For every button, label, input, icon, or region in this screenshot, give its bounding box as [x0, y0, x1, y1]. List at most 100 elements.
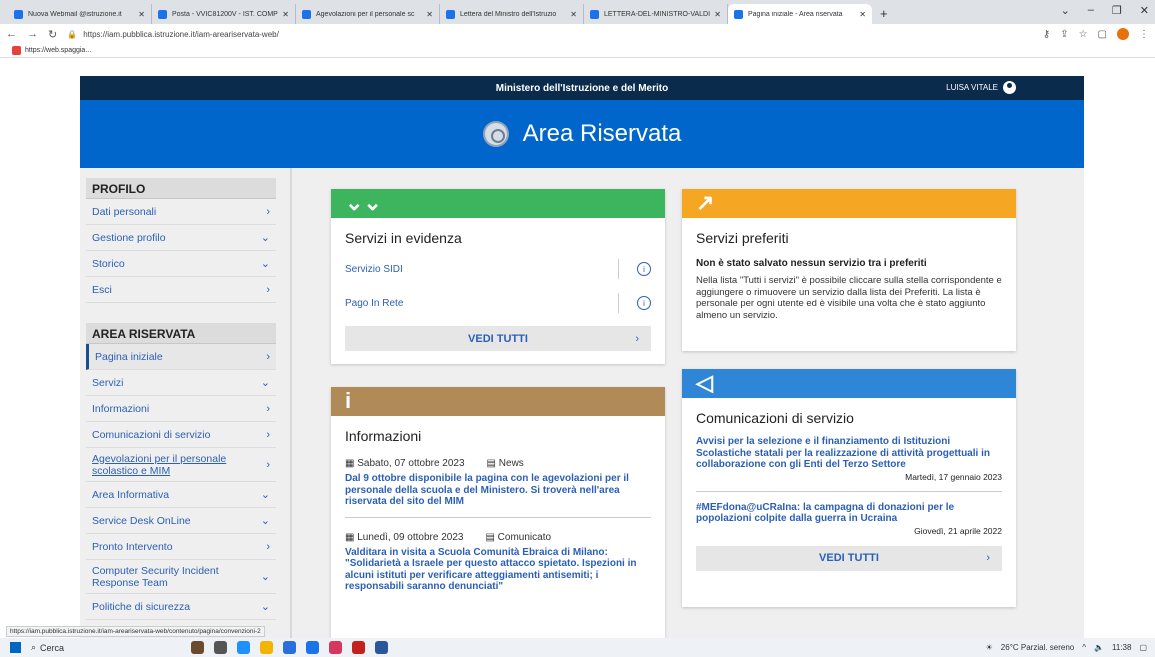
taskbar-search[interactable]: ⌕ Cerca	[31, 642, 181, 653]
volume-icon[interactable]: 🔈	[1094, 643, 1104, 652]
site-banner: Area Riservata	[80, 100, 1084, 168]
chevron-down-icon: ⌄	[260, 377, 270, 389]
chrome-icon[interactable]	[306, 641, 319, 654]
share-icon[interactable]: ⇪	[1060, 29, 1068, 40]
info-icon[interactable]: i	[637, 296, 651, 310]
communication-date: Giovedì, 21 aprile 2022	[914, 525, 1002, 536]
site-favicon-icon	[446, 9, 455, 19]
sidebar-item-gestione-profilo[interactable]: Gestione profilo ⌄	[86, 225, 276, 251]
status-bar-url: https://iam.pubblica.istruzione.it/iam-a…	[6, 626, 265, 637]
outlook-favicon-icon	[158, 9, 167, 19]
close-window-icon[interactable]: ✕	[1140, 4, 1149, 17]
profile-avatar-icon[interactable]	[1117, 28, 1129, 40]
url-field[interactable]: 🔒 https://iam.pubblica.istruzione.it/iam-…	[67, 30, 1033, 39]
chevron-down-icon: ⌄	[260, 258, 270, 270]
file-explorer-icon[interactable]	[260, 641, 273, 654]
communication-link[interactable]: Avvisi per la selezione e il finanziamen…	[696, 436, 1002, 471]
vedi-tutti-button[interactable]: VEDI TUTTI ›	[345, 326, 651, 351]
vedi-tutti-button[interactable]: VEDI TUTTI ›	[696, 545, 1002, 571]
browser-tab[interactable]: LETTERA-DEL-MINISTRO-VALDI ✕	[584, 4, 728, 24]
clock[interactable]: 11:38	[1112, 643, 1131, 652]
notification-icon[interactable]: ▢	[1139, 643, 1147, 652]
star-icon[interactable]: ☆	[1079, 29, 1088, 40]
communication-link[interactable]: #MEFdona@uCRaIna: la campagna di donazio…	[696, 502, 1002, 525]
card-title: Servizi preferiti	[696, 230, 789, 246]
sidebar-item-comunicazioni[interactable]: Comunicazioni di servizio ›	[86, 422, 276, 448]
close-tab-icon[interactable]: ✕	[426, 10, 433, 19]
forward-icon[interactable]: →	[27, 28, 38, 40]
area-riservata-section-title: AREA RISERVATA	[86, 323, 276, 344]
sidebar-item-servizi[interactable]: Servizi ⌄	[86, 370, 276, 396]
edge-icon[interactable]	[237, 641, 250, 654]
taskbar-app-icon[interactable]	[191, 641, 204, 654]
weather-text[interactable]: 26°C Parzial. sereno	[1001, 643, 1074, 652]
sidebar-item-esci[interactable]: Esci ›	[86, 277, 276, 303]
user-menu[interactable]: LUISA VITALE	[946, 81, 1016, 94]
sidebar-item-informazioni[interactable]: Informazioni ›	[86, 396, 276, 422]
web-page: Ministero dell'Istruzione e del Merito L…	[0, 58, 1155, 638]
minimize-icon[interactable]: –	[1088, 4, 1094, 17]
close-tab-icon[interactable]: ✕	[570, 10, 577, 19]
task-view-icon[interactable]	[214, 641, 227, 654]
sidebar-item-pronto-intervento[interactable]: Pronto Intervento ›	[86, 534, 276, 560]
sidebar-item-politiche-sicurezza[interactable]: Politiche di sicurezza ⌄	[86, 594, 276, 620]
info-icon[interactable]: i	[637, 262, 651, 276]
app-icon[interactable]	[329, 641, 342, 654]
empty-message-text: Nella lista "Tutti i servizi" è possibil…	[696, 275, 1002, 321]
back-icon[interactable]: ←	[6, 28, 17, 40]
news-icon: ▤	[486, 458, 499, 469]
star-outline-icon: ↗	[696, 190, 715, 215]
acrobat-icon[interactable]	[352, 641, 365, 654]
chevron-right-icon: ›	[986, 552, 990, 564]
site-favicon-icon	[302, 9, 311, 19]
reload-icon[interactable]: ↻	[48, 28, 57, 41]
tray-chevron-icon[interactable]: ^	[1082, 643, 1086, 652]
close-tab-icon[interactable]: ✕	[138, 10, 145, 19]
sidebar-item-storico[interactable]: Storico ⌄	[86, 251, 276, 277]
weather-icon: ☀	[985, 643, 993, 652]
service-link[interactable]: Pago In Rete	[345, 298, 403, 309]
sidebar-item-pagina-iniziale[interactable]: Pagina iniziale ›	[86, 344, 276, 370]
site-favicon-icon	[734, 9, 743, 19]
sidebar: PROFILO Dati personali › Gestione profilo…	[80, 168, 292, 638]
sidebar-item-agevolazioni[interactable]: Agevolazioni per il personale scolastico…	[86, 448, 276, 482]
browser-tab[interactable]: Nuova Webmail @istruzione.it ✕	[8, 4, 152, 24]
card-title: Informazioni	[345, 428, 422, 444]
lock-icon[interactable]: 🔒	[67, 30, 77, 39]
news-link[interactable]: Dal 9 ottobre disponibile la pagina con …	[345, 473, 651, 508]
calendar-icon: ▦	[345, 531, 358, 543]
chevron-right-icon: ›	[266, 458, 270, 471]
tab-search-icon[interactable]: ⌄	[1061, 4, 1070, 17]
megaphone-icon: ⌄⌄	[345, 190, 382, 215]
key-icon[interactable]: ⚷	[1043, 29, 1050, 40]
chevron-down-icon: ⌄	[260, 515, 270, 527]
card-band: ⌄⌄	[331, 189, 665, 218]
close-tab-icon[interactable]: ✕	[714, 10, 721, 19]
sidepanel-icon[interactable]: ▢	[1098, 29, 1107, 40]
ministry-name[interactable]: Ministero dell'Istruzione e del Merito	[496, 83, 668, 94]
sidebar-item-service-desk[interactable]: Service Desk OnLine ⌄	[86, 508, 276, 534]
news-link[interactable]: Valditara in visita a Scuola Comunità Eb…	[345, 547, 651, 593]
browser-tab[interactable]: Posta - VVIC81200V - IST. COMP ✕	[152, 4, 296, 24]
ministry-header: Ministero dell'Istruzione e del Merito L…	[80, 76, 1084, 100]
sidebar-item-csirt[interactable]: Computer Security Incident Response Team…	[86, 560, 276, 594]
browser-tab[interactable]: Lettera del Ministro dell'Istruzio ✕	[440, 4, 584, 24]
windows-start-icon[interactable]	[10, 642, 21, 653]
sidebar-item-dati-personali[interactable]: Dati personali ›	[86, 199, 276, 225]
bookmark-link[interactable]: https://web.spaggia...	[25, 47, 91, 54]
restore-icon[interactable]: ❐	[1112, 4, 1122, 17]
page-container: Ministero dell'Istruzione e del Merito L…	[80, 76, 1084, 638]
browser-tab-active[interactable]: Pagina iniziale - Area riservata ✕	[728, 4, 872, 24]
servizi-evidenza-card: ⌄⌄ Servizi in evidenza Servizio SIDI i Pa…	[331, 189, 665, 364]
browser-tab[interactable]: Agevolazioni per il personale sc ✕	[296, 4, 440, 24]
close-tab-icon[interactable]: ✕	[282, 10, 289, 19]
close-tab-icon[interactable]: ✕	[859, 10, 866, 19]
sidebar-item-area-informativa[interactable]: Area Informativa ⌄	[86, 482, 276, 508]
comunicazioni-card: ◁ Comunicazioni di servizio Avvisi per l…	[682, 369, 1016, 607]
mail-icon[interactable]	[283, 641, 296, 654]
menu-icon[interactable]: ⋮	[1139, 29, 1149, 40]
service-link[interactable]: Servizio SIDI	[345, 264, 403, 275]
bookmarks-bar: https://web.spaggia...	[0, 44, 1155, 58]
word-icon[interactable]	[375, 641, 388, 654]
new-tab-button[interactable]: +	[880, 6, 888, 21]
